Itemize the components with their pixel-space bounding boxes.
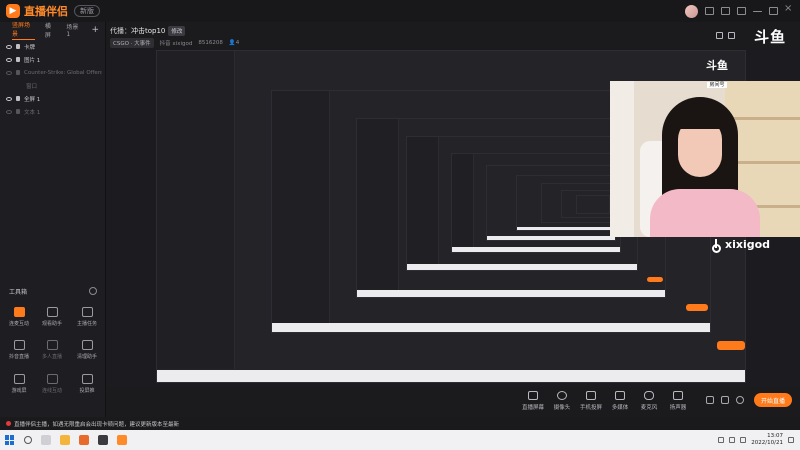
tab-scene-1[interactable]: 场景1 [66,22,81,38]
speaker-icon [673,391,683,400]
viewer-count: 👤4 [228,40,240,46]
source-list: 卡牌 图片 1 Counter-Strike: Global Offensive… [0,38,105,118]
title-bar: ▶ 直播伴侣 新版 × [0,0,800,22]
screen-icon [13,374,25,384]
scene-tabs: 竖屏场景 横屏 场景1 + [0,20,105,40]
maximize-icon[interactable] [769,7,778,15]
tool-douyin-live[interactable]: 抖音直播 [4,340,34,360]
ime-icon[interactable] [740,437,747,443]
app-logo: ▶ 直播伴侣 [6,0,68,22]
live-icon [13,340,25,350]
lock-icon[interactable] [16,44,20,49]
gift-icon[interactable] [721,396,729,404]
tool-host-task[interactable]: 主播任务 [72,307,102,327]
volume-icon[interactable] [729,437,736,443]
explorer-icon[interactable] [60,435,70,445]
list-item[interactable]: 窗口 [0,79,105,92]
tool-link-interact[interactable]: 连线互动 [37,374,67,394]
task-icon [81,307,93,317]
taskview-icon[interactable] [41,435,51,445]
add-scene-button[interactable]: + [91,25,99,35]
app-name: 直播伴侣 [24,5,68,18]
room-id: 8516208 [198,40,223,46]
close-icon[interactable]: × [784,3,794,15]
settings-icon[interactable] [721,7,730,15]
tool-watch-assistant[interactable]: 观看助手 [37,307,67,327]
nested-preview-10 [576,195,610,214]
logo-icon: ▶ [6,4,20,18]
list-item[interactable]: 文本 1 [0,105,105,118]
speaker-button[interactable]: 扬声器 [661,391,695,411]
room-title: 代播：冲击top10 修改 [110,26,186,36]
menu-icon[interactable] [737,7,746,15]
version-badge[interactable]: 新版 [74,5,100,17]
edit-title-button[interactable]: 修改 [168,26,186,36]
record-icon[interactable] [706,396,714,404]
system-clock[interactable]: 13:07 2022/10/21 [751,433,783,447]
cast-icon [81,374,93,384]
minimize-icon[interactable] [753,10,762,12]
webcam-feed[interactable] [610,81,800,237]
list-item[interactable]: Counter-Strike: Global Offensive [0,66,105,79]
room-header: 代播：冲击top10 修改 CSGO · 大事件 抖音 xixigod 85162… [106,22,800,73]
douyu-overlay-logo: 斗鱼 房间号 [706,59,728,88]
go-live-button[interactable]: 开始直播 [754,393,792,407]
gift-icon [81,340,93,350]
collapse-icon[interactable] [89,287,97,295]
message-icon[interactable] [705,7,714,15]
os-taskbar: 13:07 2022/10/21 [0,430,800,450]
app-icon[interactable] [79,435,89,445]
person-icon [46,307,58,317]
toolbox-title: 工具箱 [9,289,28,296]
camera-icon [557,391,567,400]
tab-landscape[interactable]: 横屏 [45,21,56,39]
window-controls: × [685,0,794,22]
tool-cast[interactable]: 投屏推 [72,374,102,394]
search-icon[interactable] [24,436,32,444]
eye-icon[interactable] [6,96,12,101]
tool-linkmic[interactable]: 连麦互动 [4,307,34,327]
tool-multi-live[interactable]: 多人直播 [37,340,67,360]
app-window: ▶ 直播伴侣 新版 × 竖屏场景 横屏 场景1 + 卡牌 图片 1 Counte… [0,0,800,450]
lock-icon[interactable] [16,57,20,62]
eye-icon[interactable] [6,70,12,75]
tiktok-icon [712,239,721,253]
play-icon [615,391,625,400]
lock-icon[interactable] [16,70,20,75]
alert-icon [6,421,11,426]
share-icon[interactable] [716,32,723,39]
lock-icon[interactable] [16,96,20,101]
tab-portrait-scene[interactable]: 竖屏场景 [12,20,35,40]
account-label: 抖音 xixigod [159,41,193,47]
tiktok-watermark: xixigod [712,238,770,253]
monitor-icon [528,391,538,400]
network-icon[interactable] [718,437,725,443]
livecompanion-icon[interactable] [117,435,127,445]
linkmic-icon [13,307,25,317]
gear-icon[interactable] [736,396,744,404]
eye-icon[interactable] [6,44,12,49]
eye-icon[interactable] [6,109,12,114]
browser-icon[interactable] [98,435,108,445]
tool-game-screen[interactable]: 游戏屏 [4,374,34,394]
phone-icon [586,391,596,400]
room-meta: CSGO · 大事件 抖音 xixigod 8516208 👤4 [110,38,239,48]
layout-icon[interactable] [728,32,735,39]
mic-icon [644,391,654,400]
download-icon [46,340,58,350]
eye-icon[interactable] [6,57,12,62]
scene-panel: 竖屏场景 横屏 场景1 + 卡牌 图片 1 Counter-Strike: Gl… [0,22,106,430]
category-chip[interactable]: CSGO · 大事件 [110,38,154,48]
notice-bar: 直播伴侣主播，如遇无限重启会出现卡顿问题，建议更新版本至最新 [0,417,800,430]
system-tray: 13:07 2022/10/21 [718,430,800,450]
list-item[interactable]: 卡牌 [0,40,105,53]
list-item[interactable]: 全屏 1 [0,92,105,105]
link-icon [46,374,58,384]
user-avatar[interactable] [685,4,698,18]
list-item[interactable]: 图片 1 [0,53,105,66]
lock-icon[interactable] [16,109,20,114]
notification-icon[interactable] [788,437,794,443]
tool-cleanup[interactable]: 清理助手 [72,340,102,360]
windows-start-icon[interactable] [5,435,15,445]
